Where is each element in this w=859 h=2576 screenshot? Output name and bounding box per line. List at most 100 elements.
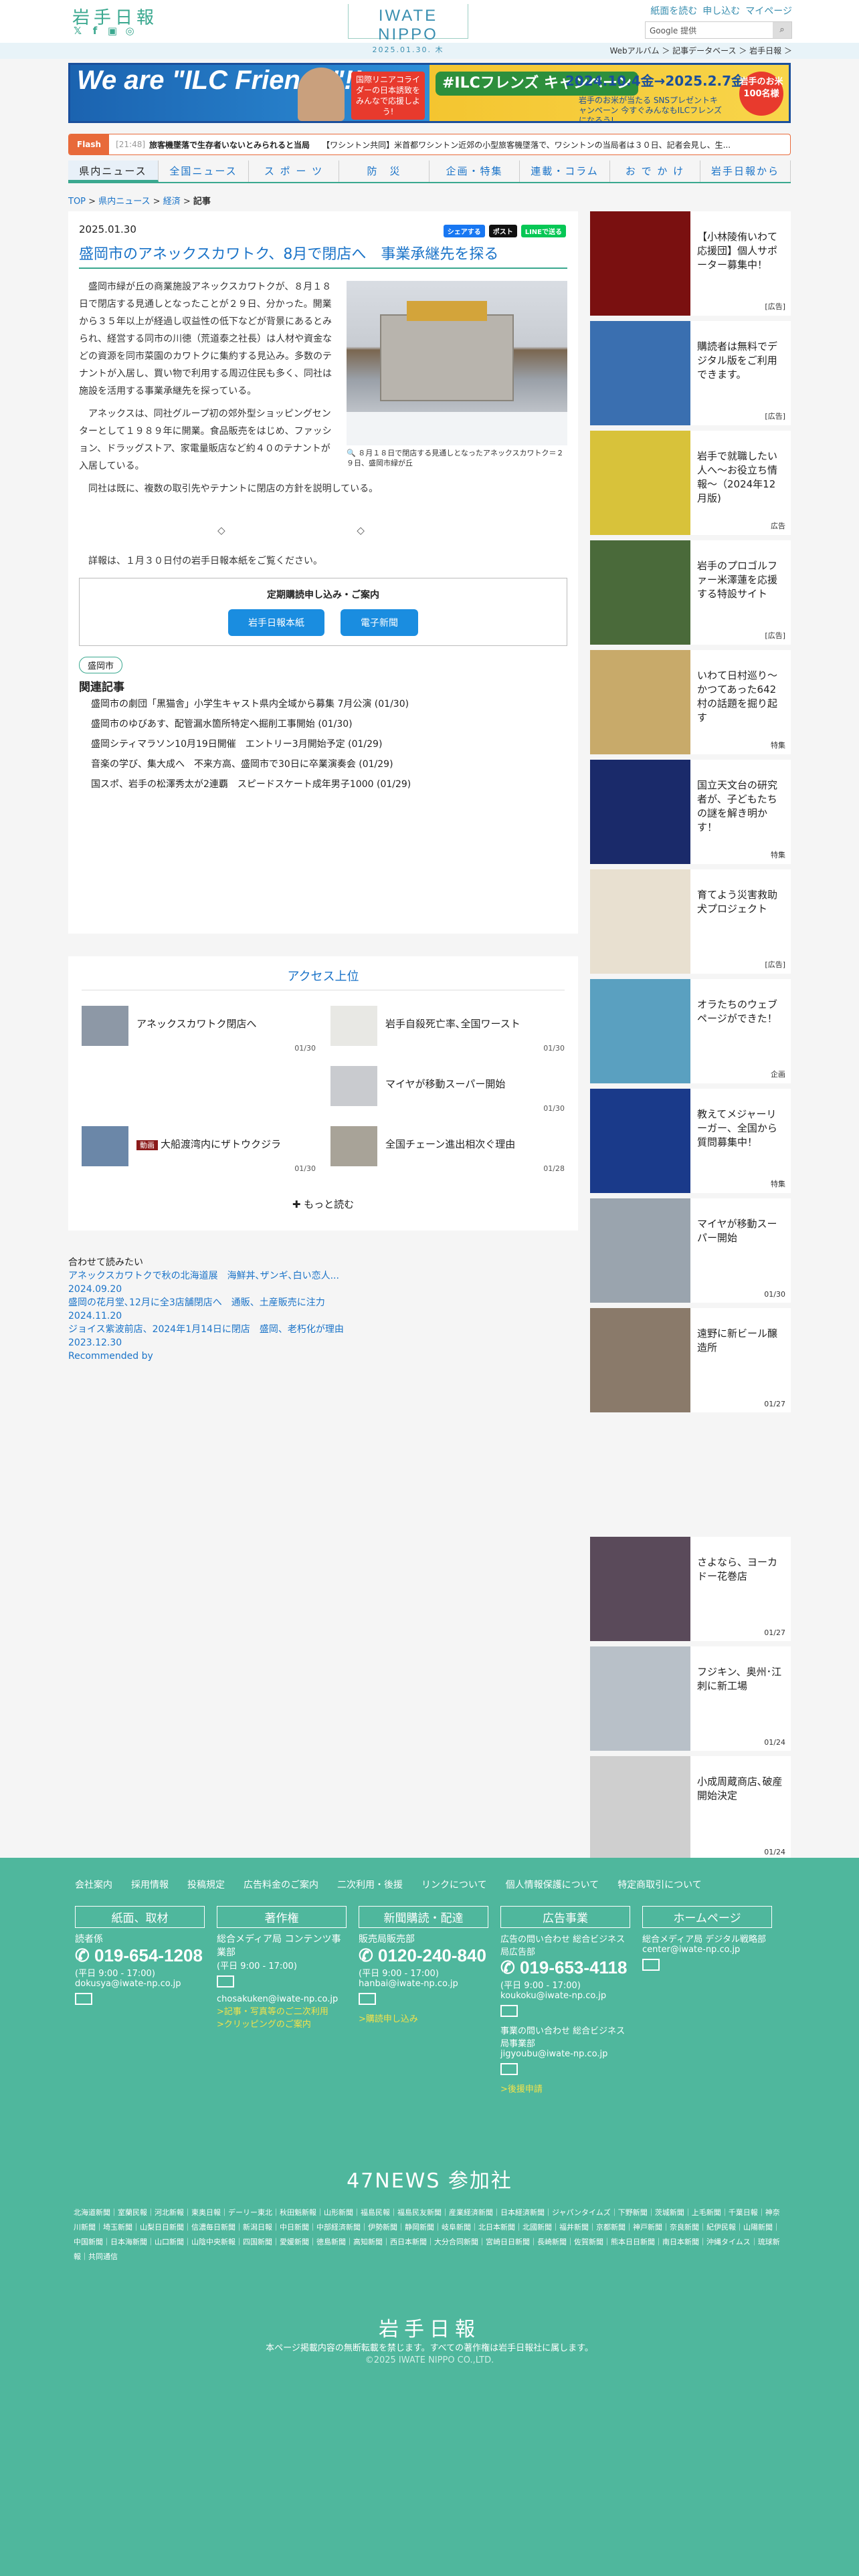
line-share-button[interactable]: LINEで送る: [520, 225, 566, 237]
mail-icon[interactable]: [359, 1993, 376, 2005]
sidebar-item[interactable]: 小成周蔵商店､破産開始決定 01/24: [590, 1756, 791, 1860]
footer-email[interactable]: chosakuken@iwate-np.co.jp: [217, 1994, 347, 2004]
breadcrumb-top[interactable]: TOP: [68, 197, 86, 207]
x-post-button[interactable]: ポスト: [488, 225, 517, 237]
sidebar-item[interactable]: 購読者は無料でデジタル版をご利用できます。 [広告]: [590, 321, 791, 425]
instagram-icon[interactable]: ◎: [124, 25, 135, 36]
search-icon[interactable]: ⌕: [773, 22, 791, 38]
sidebar-item[interactable]: 教えてメジャーリーガー、全国から質問募集中！ 特集: [590, 1089, 791, 1193]
ranking-thumbnail: [82, 1006, 128, 1046]
x-icon[interactable]: 𝕏: [72, 25, 83, 36]
sidebar-item[interactable]: さよなら、ヨーカドー花巻店 01/27: [590, 1537, 791, 1641]
related-item[interactable]: 盛岡市のゆびあす、配管漏水箇所特定へ掘削工事開始 (01/30): [79, 714, 567, 734]
brand-box[interactable]: IWATE NIPPO 2025.01.30. 木: [348, 4, 468, 54]
sidebar-item[interactable]: 遠野に新ビール醸造所 01/27: [590, 1308, 791, 1412]
footer-phone[interactable]: ✆ 0120-240-840: [359, 1945, 488, 1966]
footer-yellow-link[interactable]: >クリッピングのご案内: [217, 2017, 347, 2030]
digital-paper-button[interactable]: 電子新聞: [341, 609, 418, 636]
related-item[interactable]: 盛岡市の劇団「黒猫舎」小学生キャスト県内全域から募集 7月公演 (01/30): [79, 694, 567, 714]
related-item[interactable]: 盛岡シティマラソン10月19日開催 エントリー3月開始予定 (01/29): [79, 734, 567, 754]
footer-email[interactable]: center@iwate-np.co.jp: [642, 1945, 772, 1955]
breadcrumb-prefecture-news[interactable]: 県内ニュース: [98, 197, 150, 207]
line-icon[interactable]: ▣: [107, 25, 118, 36]
nav-prefecture-news[interactable]: 県内ニュース: [68, 160, 159, 182]
related-item[interactable]: 国スポ、岩手の松澤秀太が2連覇 スピードスケート成年男子1000 (01/29): [79, 774, 567, 794]
footer-link[interactable]: 会社案内: [75, 1878, 112, 1891]
footer-link[interactable]: 広告料金のご案内: [244, 1878, 318, 1891]
sidebar-item-title: 岩手のプロゴルファー米澤蓮を応援する特設サイト: [697, 560, 778, 600]
footer-col-head: 新聞購読・配達: [359, 1906, 488, 1928]
article-photo[interactable]: 🔍 ８月１８日で閉店する見通しとなったアネックスカワトク＝２９日、盛岡市緑が丘: [347, 281, 567, 468]
member-newspapers[interactable]: 北海道新聞｜室蘭民報｜河北新報｜東奥日報｜デーリー東北｜秋田魁新報｜山形新聞｜福…: [74, 2206, 785, 2264]
breadcrumb-economy[interactable]: 経済: [163, 197, 181, 207]
footer-link[interactable]: 特定商取引について: [617, 1878, 702, 1891]
recommended-link[interactable]: アネックスカワトクで秋の北海道展 海鮮丼､ザンギ､白い恋人...: [68, 1269, 578, 1283]
footer-email[interactable]: jigyoubu@iwate-np.co.jp: [500, 2049, 630, 2059]
ranking-item[interactable]: 動画 大船渡湾内にザトウクジラ 01/30: [82, 1126, 316, 1173]
nav-features[interactable]: 企画・特集: [430, 160, 520, 182]
subscribe-link[interactable]: 申し込む: [702, 4, 740, 17]
footer-link[interactable]: リンクについて: [421, 1878, 487, 1891]
search-input[interactable]: Google 提供 ⌕: [645, 21, 792, 39]
nav-from-iwate-nippo[interactable]: 岩手日報から: [700, 160, 791, 182]
ranking-item[interactable]: マイヤが移動スーパー開始 01/30: [330, 1066, 565, 1113]
footer-phone[interactable]: ✆ 019-654-1208: [75, 1945, 205, 1966]
mail-icon[interactable]: [75, 1993, 92, 2005]
mail-icon[interactable]: [642, 1959, 660, 1971]
read-paper-link[interactable]: 紙面を読む: [650, 4, 697, 17]
facebook-icon[interactable]: f: [90, 25, 100, 36]
sidebar-item-image: [590, 321, 690, 425]
breadcrumb-current: 記事: [193, 197, 211, 207]
recommended-by[interactable]: Recommended by: [68, 1350, 578, 1363]
nav-disaster[interactable]: 防 災: [339, 160, 430, 182]
nav-columns[interactable]: 連載・コラム: [520, 160, 610, 182]
sidebar-item[interactable]: 国立天文台の研究者が、子どもたちの謎を解き明かす！ 特集: [590, 760, 791, 864]
read-more-button[interactable]: ✚ もっと読む: [68, 1197, 578, 1211]
footer-yellow-link[interactable]: >記事・写真等のご二次利用: [217, 2004, 347, 2017]
mail-icon[interactable]: [217, 1975, 234, 1988]
footer-yellow-link[interactable]: >購読申し込み: [359, 2012, 488, 2024]
sidebar-item[interactable]: 育てよう災害救助犬プロジェクト [広告]: [590, 869, 791, 974]
ranking-item[interactable]: 全国チェーン進出相次ぐ理由 01/28: [330, 1126, 565, 1173]
sidebar-item[interactable]: マイヤが移動スーパー開始 01/30: [590, 1198, 791, 1303]
facebook-share-button[interactable]: シェアする: [443, 225, 485, 237]
sidebar-item[interactable]: 【小林陵侑いわて応援団】個人サポーター募集中！ [広告]: [590, 211, 791, 316]
footer-logo[interactable]: 岩手日報: [0, 2313, 859, 2342]
footer-yellow-link[interactable]: >後援申請: [500, 2082, 630, 2095]
mail-icon[interactable]: [500, 2063, 518, 2075]
sidebar-item[interactable]: 岩手のプロゴルファー米澤蓮を応援する特設サイト [広告]: [590, 540, 791, 645]
nav-sports[interactable]: ス ポ ー ツ: [249, 160, 339, 182]
sidebar-item[interactable]: オラたちのウェブページができた！ 企画: [590, 979, 791, 1083]
sidebar-item[interactable]: 岩手で就職したい人へ～お役立ち情報～（2024年12月版) 広告: [590, 431, 791, 535]
recommended-link[interactable]: ジョイス紫波前店、2024年1月14日に閉店 盛岡、老朽化が理由: [68, 1323, 578, 1336]
footer-email[interactable]: hanbai@iwate-np.co.jp: [359, 1979, 488, 1989]
footer-link[interactable]: 個人情報保護について: [506, 1878, 599, 1891]
mypage-link[interactable]: マイページ: [745, 4, 792, 17]
sidebar-item[interactable]: いわて日村巡り～かつてあった642村の話題を掘り起す 特集: [590, 650, 791, 754]
tag-morioka[interactable]: 盛岡市: [79, 657, 123, 673]
footer-link[interactable]: 採用情報: [131, 1878, 169, 1891]
ranking-item[interactable]: アネックスカワトク閉店へ 01/30: [82, 1006, 316, 1053]
footer-email[interactable]: dokusya@iwate-np.co.jp: [75, 1979, 205, 1989]
article-photo-image[interactable]: [347, 281, 567, 445]
sidebar-item[interactable]: フジキン、奥州･江刺に新工場 01/24: [590, 1646, 791, 1751]
print-paper-button[interactable]: 岩手日報本紙: [228, 609, 324, 636]
footer-link[interactable]: 投稿規定: [187, 1878, 225, 1891]
recommended-link[interactable]: 盛岡の花月堂､12月に全3店舗閉店へ 通販、土産販売に注力: [68, 1296, 578, 1309]
flash-headline[interactable]: 旅客機墜落で生存者いないとみられると当局: [149, 139, 310, 150]
nav-outings[interactable]: お で か け: [610, 160, 700, 182]
nav-national-news[interactable]: 全国ニュース: [159, 160, 249, 182]
ilc-banner-ad[interactable]: We are "ILC Friends"!! 国際リニアコライダーの日本誘致をみ…: [68, 63, 791, 123]
breadcrumb: TOP > 県内ニュース > 経済 > 記事: [68, 197, 211, 207]
ranking-item[interactable]: 岩手自殺死亡率､全国ワースト 01/30: [330, 1006, 565, 1053]
footer-email[interactable]: koukoku@iwate-np.co.jp: [500, 1991, 630, 2001]
flash-text[interactable]: 【ワシントン共同】米首都ワシントン近郊の小型旅客機墜落で、ワシントンの当局者は３…: [322, 139, 731, 150]
flash-news-ticker[interactable]: Flash [21:48] 旅客機墜落で生存者いないとみられると当局 【ワシント…: [68, 134, 791, 155]
related-item[interactable]: 音楽の学び、集大成へ 不来方高、盛岡市で30日に卒業演奏会 (01/29): [79, 754, 567, 774]
phone-number: 0120-240-840: [378, 1945, 486, 1965]
ranking-title: 岩手自殺死亡率､全国ワースト: [385, 1018, 520, 1030]
mail-icon[interactable]: [500, 2005, 518, 2017]
footer-phone[interactable]: ✆ 019-653-4118: [500, 1957, 630, 1978]
footer-link[interactable]: 二次利用・後援: [337, 1878, 403, 1891]
sidebar-item-image: [590, 431, 690, 535]
